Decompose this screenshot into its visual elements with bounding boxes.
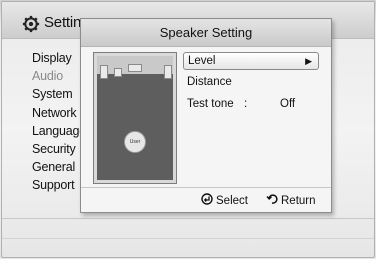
divider	[2, 238, 374, 239]
option-test-tone[interactable]: Test tone : Off	[183, 96, 319, 114]
settings-menu: Display Audio System Network Language Se…	[32, 51, 86, 197]
option-separator: :	[244, 98, 248, 110]
option-level[interactable]: Level ▶	[183, 52, 319, 70]
menu-item-general[interactable]: General	[32, 160, 86, 178]
return-icon	[266, 194, 278, 204]
enter-icon	[201, 193, 213, 205]
option-label: Test tone	[187, 98, 234, 110]
front-left-speaker	[100, 65, 108, 79]
screen: Settings Display Audio System Network La…	[0, 0, 376, 259]
option-label: Distance	[187, 76, 232, 88]
gear-icon	[22, 15, 40, 33]
dialog-header: Speaker Setting	[81, 19, 331, 47]
select-label: Select	[216, 195, 248, 207]
return-label: Return	[281, 195, 316, 207]
option-distance[interactable]: Distance	[183, 74, 319, 92]
dialog-footer: Select Return	[81, 187, 331, 213]
option-value: Off	[280, 98, 296, 110]
divider	[2, 218, 374, 219]
menu-item-display[interactable]: Display	[32, 51, 86, 69]
front-right-speaker	[164, 65, 172, 79]
room-floor	[97, 56, 173, 180]
speaker-layout-image: User	[93, 52, 177, 184]
menu-item-security[interactable]: Security	[32, 142, 86, 160]
menu-item-system[interactable]: System	[32, 87, 86, 105]
menu-item-audio[interactable]: Audio	[32, 69, 86, 87]
arrow-right-icon: ▶	[305, 56, 312, 66]
subwoofer	[114, 68, 122, 77]
dialog-title: Speaker Setting	[159, 25, 253, 40]
speaker-options: Level ▶ Distance Test tone : Off	[183, 52, 319, 118]
menu-item-support[interactable]: Support	[32, 178, 86, 196]
center-speaker	[128, 64, 142, 72]
option-label: Level	[188, 55, 216, 67]
menu-item-language[interactable]: Language	[32, 124, 86, 142]
user-icon: User	[124, 131, 146, 153]
menu-item-network[interactable]: Network	[32, 106, 86, 124]
speaker-setting-dialog: Speaker Setting User Level ▶ Distance Te…	[80, 18, 332, 213]
select-hint[interactable]: Select	[201, 193, 248, 207]
return-hint[interactable]: Return	[266, 193, 316, 207]
